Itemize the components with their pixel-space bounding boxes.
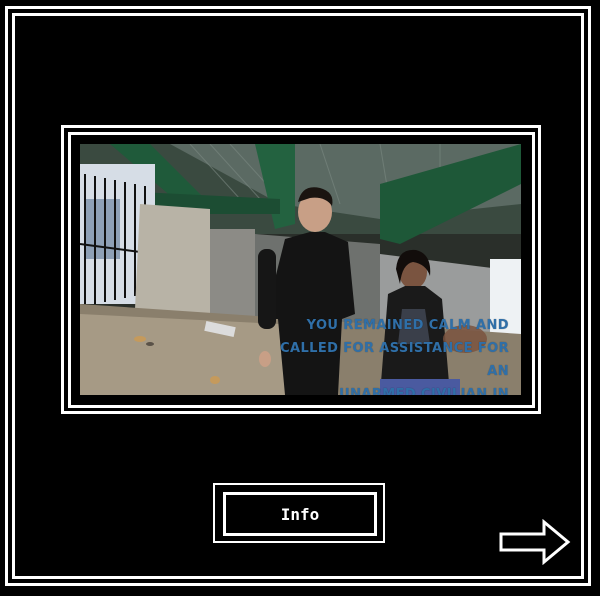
- outcome-caption: YOU REMAINED CALM AND CALLED FOR ASSISTA…: [280, 318, 509, 395]
- game-screen: YOU REMAINED CALM AND CALLED FOR ASSISTA…: [0, 0, 600, 596]
- next-button[interactable]: [498, 518, 572, 566]
- video-scene: YOU REMAINED CALM AND CALLED FOR ASSISTA…: [80, 144, 521, 395]
- info-button[interactable]: Info: [223, 492, 377, 536]
- right-arrow-icon: [499, 518, 571, 566]
